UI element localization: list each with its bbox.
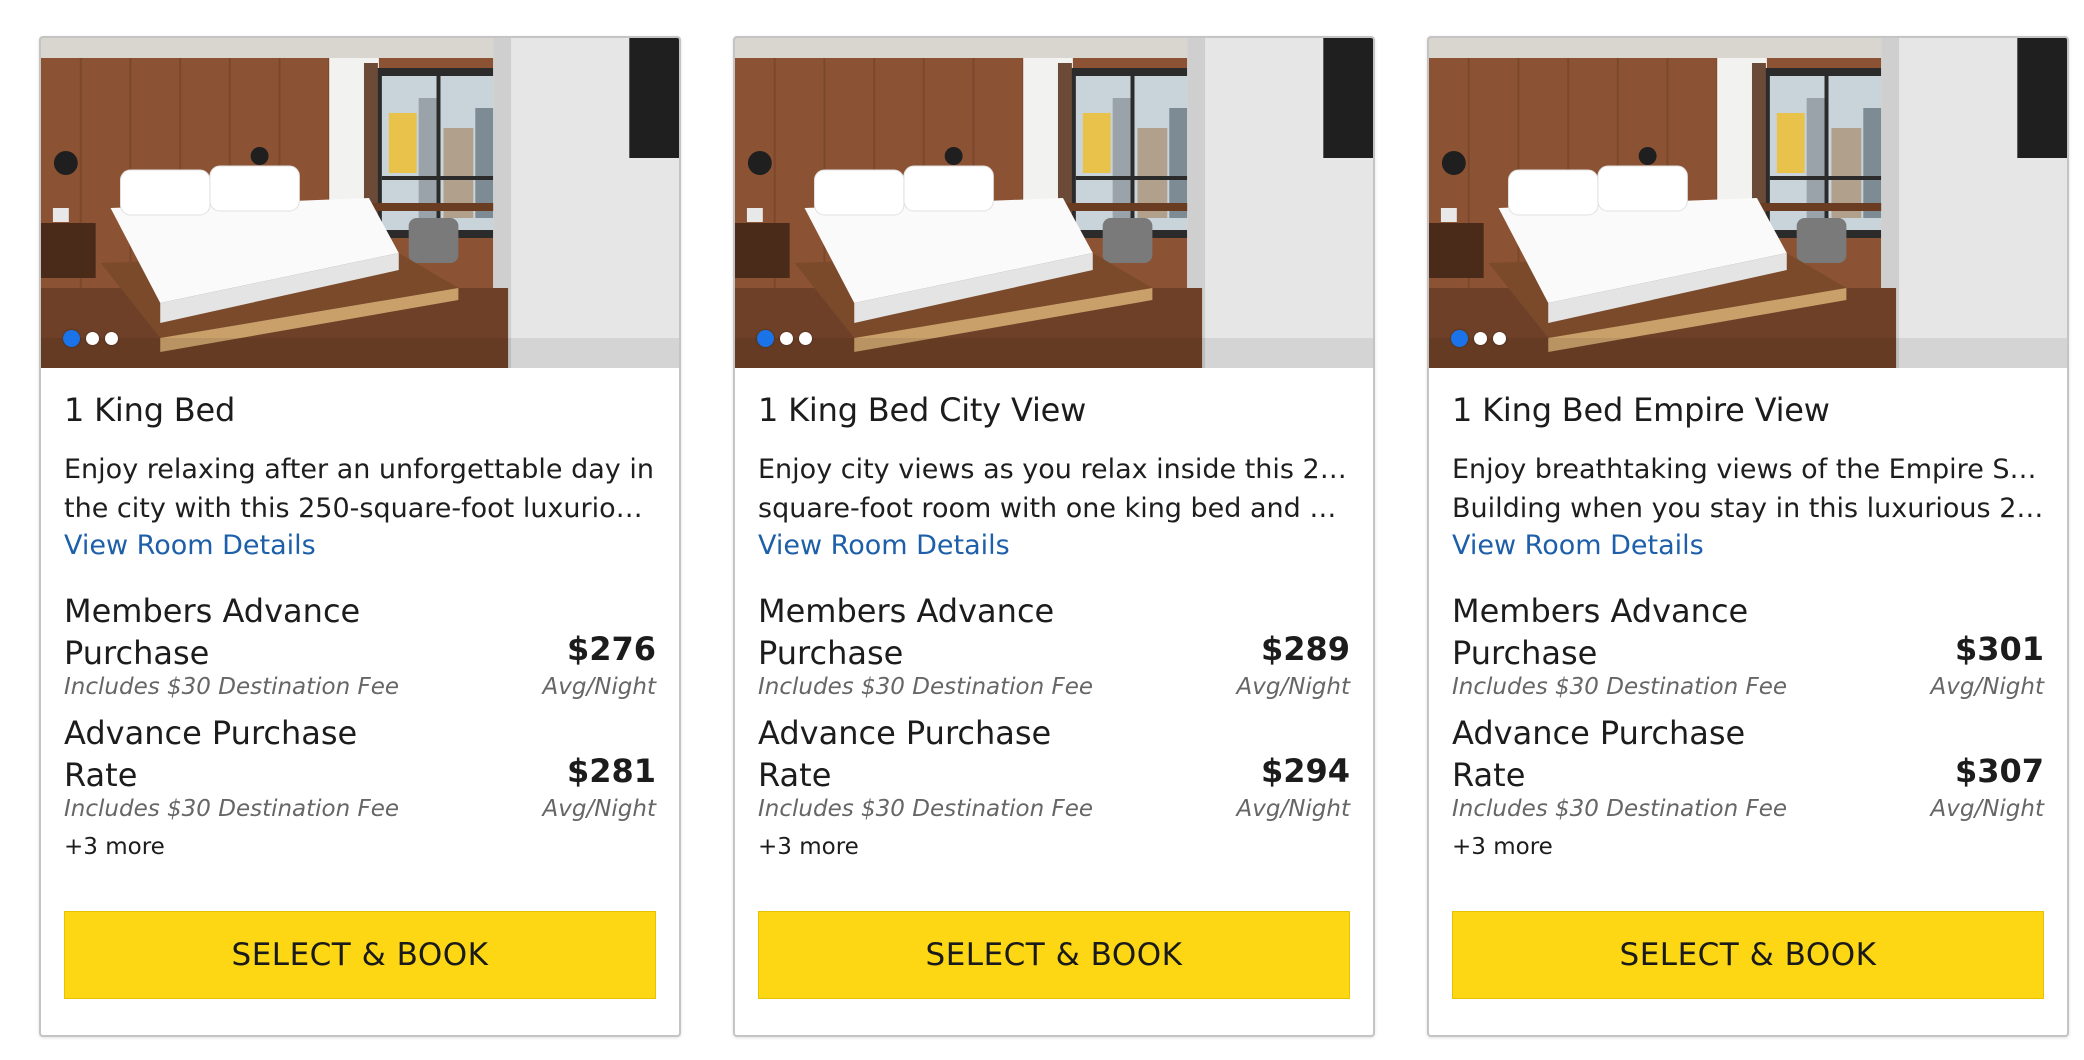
rate-name: Advance Purchase Rate <box>758 714 1052 794</box>
room-description-line: Enjoy city views as you relax inside thi… <box>758 454 1350 485</box>
room-cards-list: 1 King Bed Enjoy relaxing after an unforg… <box>0 0 2084 1060</box>
rate-name: Advance Purchase Rate <box>1452 714 1746 794</box>
carousel-dot[interactable] <box>1493 332 1506 345</box>
view-room-details-link[interactable]: View Room Details <box>1452 528 1704 564</box>
rate-option[interactable]: Advance Purchase Rate $307 Includes $30 De… <box>1452 712 2044 822</box>
more-rates-link[interactable]: +3 more <box>1452 834 1553 860</box>
carousel-dots <box>1451 330 1506 347</box>
carousel-dots <box>63 330 118 347</box>
rate-price: $276 <box>566 630 656 668</box>
room-photo[interactable] <box>41 38 679 368</box>
rate-name: Members Advance Purchase <box>758 592 1055 672</box>
rate-option[interactable]: Advance Purchase Rate $281 Includes $30 De… <box>64 712 656 822</box>
view-room-details-link[interactable]: View Room Details <box>758 528 1010 564</box>
room-card: 1 King Bed Enjoy relaxing after an unforg… <box>39 36 681 1037</box>
rate-option[interactable]: Advance Purchase Rate $294 Includes $30 De… <box>758 712 1350 822</box>
rate-fee-note: Includes $30 Destination Fee <box>64 796 400 822</box>
rate-name: Members Advance Purchase <box>64 592 361 672</box>
room-photo[interactable] <box>1429 38 2067 368</box>
rate-fee-note: Includes $30 Destination Fee <box>758 796 1094 822</box>
room-description: Enjoy breathtaking views of the Empire S… <box>1452 450 2044 528</box>
rate-option[interactable]: Members Advance Purchase $276 Includes $30… <box>64 590 656 700</box>
rate-unit: Avg/Night <box>1930 796 2044 822</box>
room-title: 1 King Bed <box>64 391 236 429</box>
select-and-book-button[interactable]: SELECT & BOOK <box>1452 911 2044 999</box>
room-description: Enjoy relaxing after an unforgettable da… <box>64 450 656 528</box>
rate-option[interactable]: Members Advance Purchase $289 Includes $30… <box>758 590 1350 700</box>
more-rates-link[interactable]: +3 more <box>758 834 859 860</box>
rate-unit: Avg/Night <box>1236 796 1350 822</box>
room-description-line: Enjoy relaxing after an unforgettable da… <box>64 454 654 485</box>
rate-fee-note: Includes $30 Destination Fee <box>1452 674 1788 700</box>
rate-unit: Avg/Night <box>1930 674 2044 700</box>
rate-price: $307 <box>1954 752 2044 790</box>
room-card: 1 King Bed Empire View Enjoy breathtaking… <box>1427 36 2069 1037</box>
more-rates-link[interactable]: +3 more <box>64 834 165 860</box>
view-room-details-link[interactable]: View Room Details <box>64 528 316 564</box>
rate-price: $281 <box>566 752 656 790</box>
rate-price: $289 <box>1260 630 1350 668</box>
rate-unit: Avg/Night <box>542 796 656 822</box>
room-description-line: Enjoy breathtaking views of the Empire S… <box>1452 454 2044 485</box>
select-and-book-button[interactable]: SELECT & BOOK <box>758 911 1350 999</box>
select-and-book-button[interactable]: SELECT & BOOK <box>64 911 656 999</box>
rate-option[interactable]: Members Advance Purchase $301 Includes $30… <box>1452 590 2044 700</box>
carousel-dots <box>757 330 812 347</box>
carousel-dot[interactable] <box>780 332 793 345</box>
carousel-dot[interactable] <box>1474 332 1487 345</box>
carousel-dot-active[interactable] <box>1451 330 1468 347</box>
carousel-dot-active[interactable] <box>757 330 774 347</box>
carousel-dot[interactable] <box>86 332 99 345</box>
room-title: 1 King Bed Empire View <box>1452 391 1830 429</box>
rate-price: $294 <box>1260 752 1350 790</box>
carousel-dot[interactable] <box>799 332 812 345</box>
room-card-body: 1 King Bed Enjoy relaxing after an unforg… <box>41 388 679 860</box>
room-card-body: 1 King Bed Empire View Enjoy breathtaking… <box>1429 388 2067 860</box>
carousel-dot-active[interactable] <box>63 330 80 347</box>
rate-unit: Avg/Night <box>542 674 656 700</box>
rate-price: $301 <box>1954 630 2044 668</box>
rate-unit: Avg/Night <box>1236 674 1350 700</box>
room-description-line: the city with this 250-square-foot luxur… <box>64 493 656 524</box>
room-photo[interactable] <box>735 38 1373 368</box>
rate-fee-note: Includes $30 Destination Fee <box>758 674 1094 700</box>
room-description-line: Building when you stay in this luxurious… <box>1452 493 2044 524</box>
room-card: 1 King Bed City View Enjoy city views as … <box>733 36 1375 1037</box>
room-description-line: square-foot room with one king bed and a… <box>758 493 1350 524</box>
rate-name: Advance Purchase Rate <box>64 714 358 794</box>
rate-fee-note: Includes $30 Destination Fee <box>1452 796 1788 822</box>
room-card-body: 1 King Bed City View Enjoy city views as … <box>735 388 1373 860</box>
rate-fee-note: Includes $30 Destination Fee <box>64 674 400 700</box>
rate-name: Members Advance Purchase <box>1452 592 1749 672</box>
carousel-dot[interactable] <box>105 332 118 345</box>
room-title: 1 King Bed City View <box>758 391 1087 429</box>
room-description: Enjoy city views as you relax inside thi… <box>758 450 1350 528</box>
